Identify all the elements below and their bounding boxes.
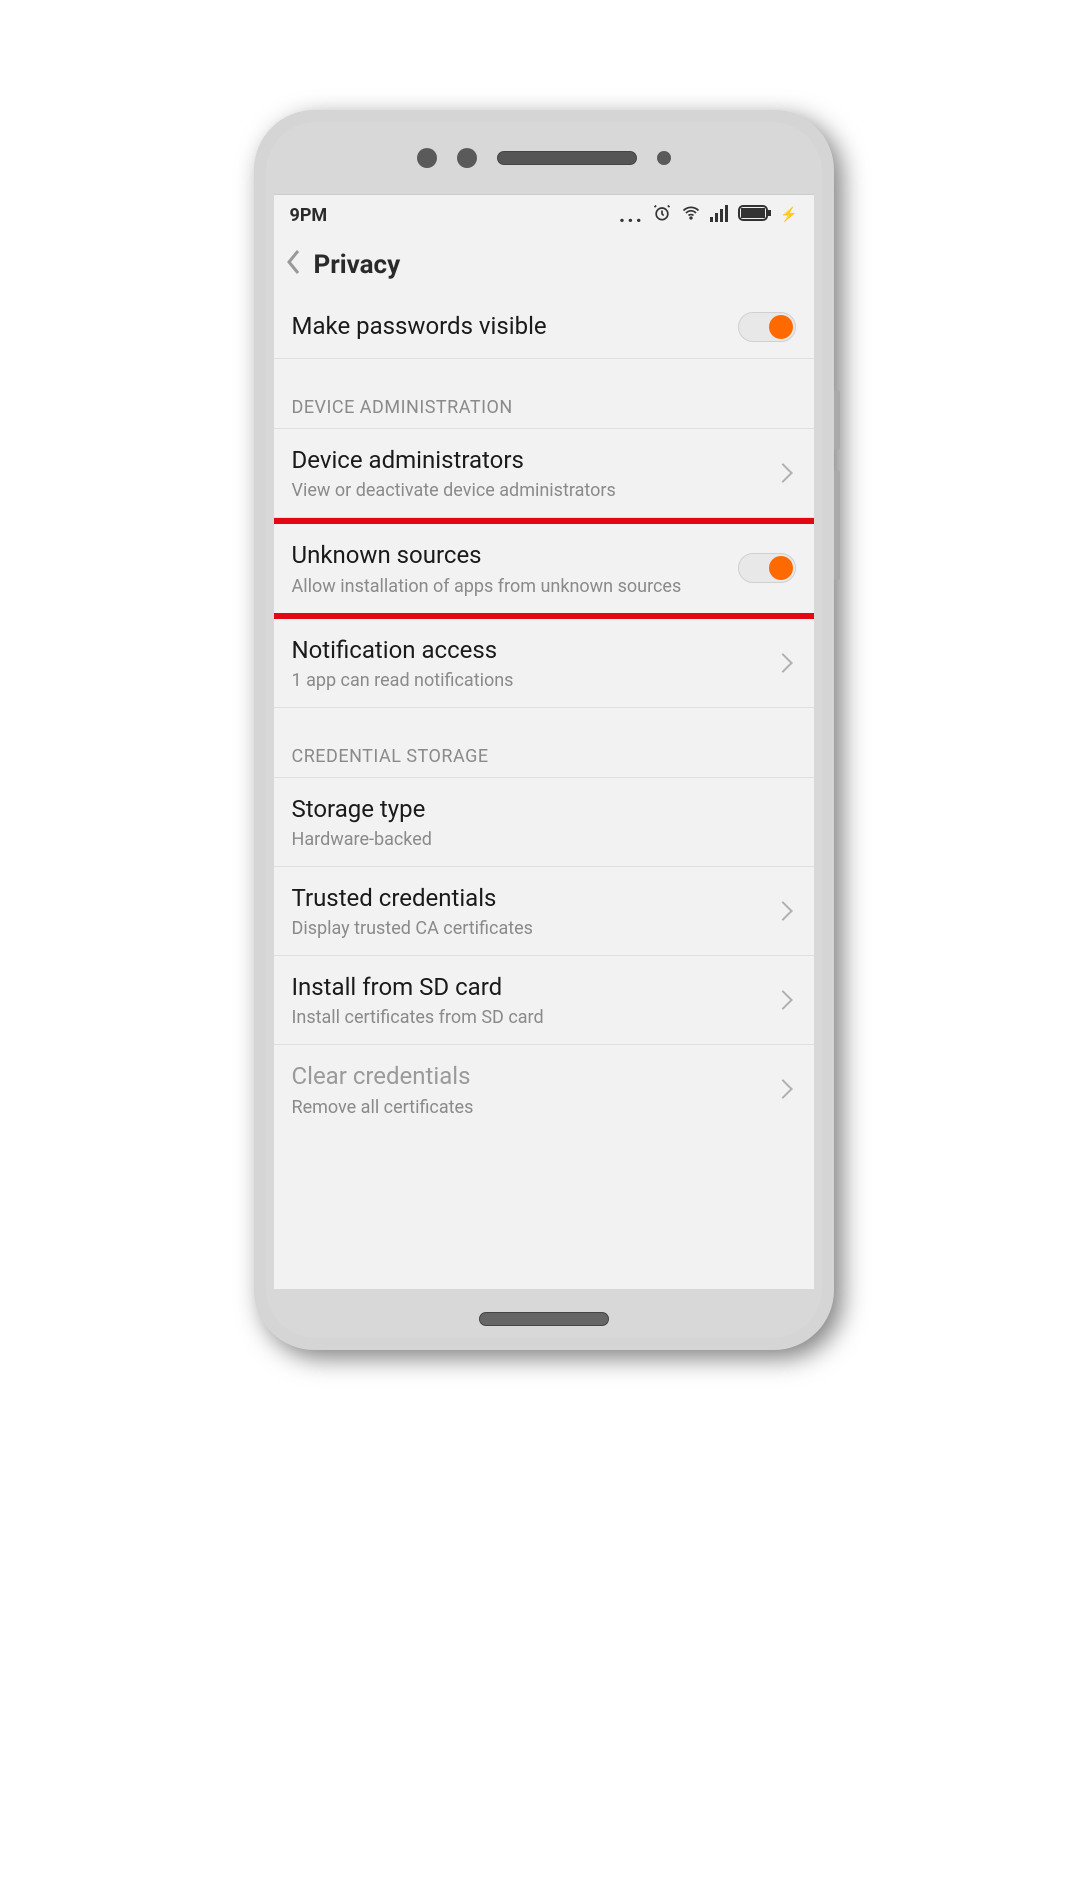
- row-title: Install from SD card: [292, 972, 776, 1003]
- chevron-right-icon: [773, 901, 793, 921]
- row-device-administrators[interactable]: Device administrators View or deactivate…: [274, 429, 814, 518]
- back-button[interactable]: [282, 249, 306, 282]
- signal-icon: [710, 204, 730, 227]
- row-title: Notification access: [292, 635, 776, 666]
- row-make-passwords-visible[interactable]: Make passwords visible: [274, 295, 814, 359]
- bottom-speaker-icon: [479, 1312, 609, 1326]
- phone-inner: 9PM: [266, 122, 822, 1338]
- screen: 9PM: [274, 194, 814, 1289]
- row-install-from-sd[interactable]: Install from SD card Install certificate…: [274, 956, 814, 1045]
- row-clear-credentials[interactable]: Clear credentials Remove all certificate…: [274, 1045, 814, 1133]
- row-title: Device administrators: [292, 445, 776, 476]
- toggle-make-passwords-visible[interactable]: [738, 312, 796, 342]
- settings-list[interactable]: Make passwords visible DEVICE ADMINISTRA…: [274, 295, 814, 1289]
- section-header-device-admin: DEVICE ADMINISTRATION: [274, 359, 814, 429]
- row-title: Clear credentials: [292, 1061, 776, 1092]
- alarm-icon: [652, 203, 672, 228]
- page-title: Privacy: [314, 250, 401, 280]
- row-unknown-sources[interactable]: Unknown sources Allow installation of ap…: [274, 524, 814, 612]
- chevron-right-icon: [773, 653, 793, 673]
- camera-icon: [417, 148, 437, 168]
- sensor-icon: [457, 148, 477, 168]
- row-subtitle: Allow installation of apps from unknown …: [292, 576, 738, 597]
- row-trusted-credentials[interactable]: Trusted credentials Display trusted CA c…: [274, 867, 814, 956]
- status-icons: ⚡: [619, 203, 798, 228]
- section-header-credential-storage: CREDENTIAL STORAGE: [274, 708, 814, 778]
- row-subtitle: View or deactivate device administrators: [292, 480, 776, 501]
- row-title: Unknown sources: [292, 540, 738, 571]
- side-button: [834, 470, 840, 580]
- row-subtitle: Hardware-backed: [292, 829, 796, 850]
- app-header: Privacy: [274, 235, 814, 295]
- side-button: [834, 390, 840, 450]
- row-subtitle: Install certificates from SD card: [292, 1007, 776, 1028]
- row-subtitle: Display trusted CA certificates: [292, 918, 776, 939]
- chevron-right-icon: [773, 463, 793, 483]
- chevron-right-icon: [773, 1080, 793, 1100]
- earpiece-speaker-icon: [497, 151, 637, 165]
- charging-icon: ⚡: [780, 207, 797, 223]
- row-title: Trusted credentials: [292, 883, 776, 914]
- front-camera-icon: [657, 151, 671, 165]
- row-storage-type[interactable]: Storage type Hardware-backed: [274, 778, 814, 867]
- chevron-right-icon: [773, 990, 793, 1010]
- row-subtitle: Remove all certificates: [292, 1097, 776, 1118]
- phone-bottom-hardware: [266, 1289, 822, 1338]
- row-title: Storage type: [292, 794, 796, 825]
- more-icon: [619, 203, 644, 228]
- status-bar: 9PM: [274, 195, 814, 235]
- phone-frame: 9PM: [254, 110, 834, 1350]
- wifi-icon: [680, 203, 702, 228]
- row-subtitle: 1 app can read notifications: [292, 670, 776, 691]
- phone-top-hardware: [266, 122, 822, 194]
- row-notification-access[interactable]: Notification access 1 app can read notif…: [274, 619, 814, 708]
- battery-icon: [738, 205, 772, 226]
- status-time: 9PM: [290, 205, 328, 226]
- row-title: Make passwords visible: [292, 311, 738, 342]
- toggle-unknown-sources[interactable]: [738, 553, 796, 583]
